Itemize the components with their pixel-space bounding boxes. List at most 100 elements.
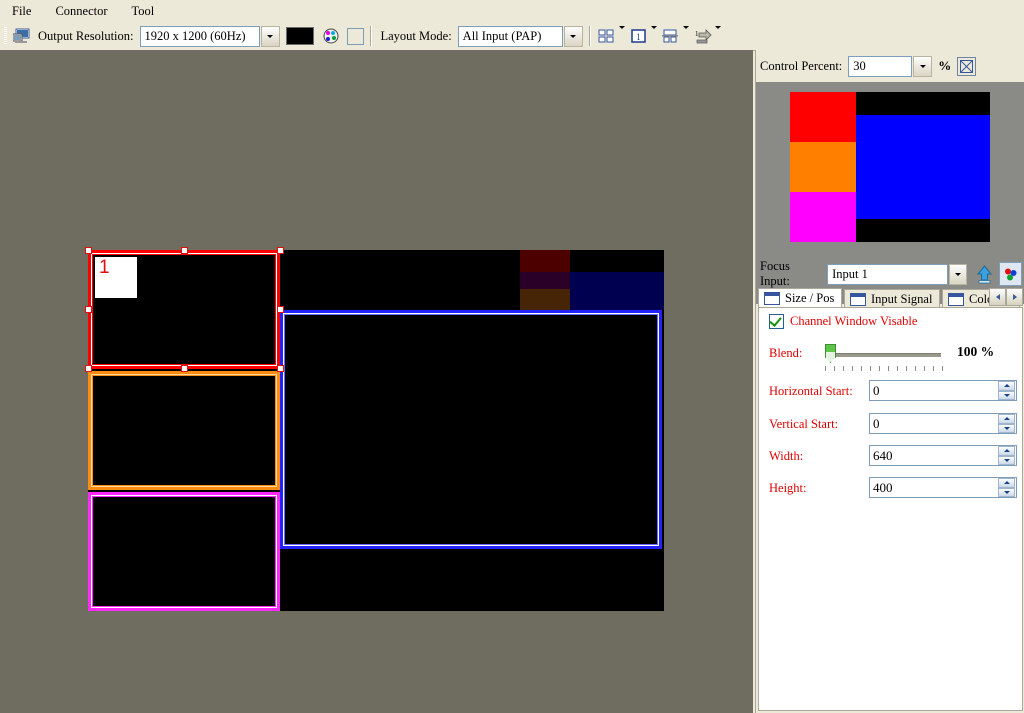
window-1-red[interactable]: 1 <box>88 250 280 369</box>
tab-input-signal[interactable]: Input Signal <box>844 289 940 308</box>
control-percent-combo[interactable]: 30 <box>848 55 913 77</box>
resize-handle-se[interactable] <box>277 365 284 372</box>
width-stepper[interactable] <box>998 446 1015 465</box>
focus-input-dropdown-button[interactable] <box>948 263 968 285</box>
window-3-magenta[interactable] <box>88 492 280 611</box>
focus-input-label: Focus Input: <box>760 259 790 288</box>
window-icon <box>764 292 780 305</box>
horizontal-start-field: Horizontal Start: 0 <box>769 380 1017 402</box>
height-input[interactable]: 400 <box>869 477 1017 498</box>
slider-thumb[interactable] <box>825 344 836 363</box>
layout-mode-combo[interactable]: All Input (PAP) <box>457 25 563 47</box>
split-pane-icon[interactable] <box>660 25 682 47</box>
stepper-down[interactable] <box>998 423 1015 433</box>
stepper-up[interactable] <box>998 446 1015 456</box>
check-icon <box>769 314 782 327</box>
tab-size-pos-label: Size / Pos <box>785 291 835 305</box>
focus-input-value: Input 1 <box>832 266 868 281</box>
layout-mode-dropdown-button[interactable] <box>563 25 583 47</box>
blue-up-arrow-icon[interactable] <box>974 263 995 285</box>
slider-track <box>825 353 941 357</box>
crossed-box-icon[interactable] <box>957 56 977 76</box>
window-2-orange[interactable] <box>88 371 280 490</box>
toolbar-separator-2 <box>588 26 590 46</box>
width-value: 640 <box>873 447 893 463</box>
resize-handle-e[interactable] <box>277 306 284 313</box>
vertical-start-stepper[interactable] <box>998 414 1015 433</box>
monitor-icon[interactable] <box>10 25 34 47</box>
horizontal-start-value: 0 <box>873 382 880 398</box>
input-source-icon[interactable]: 1 <box>692 25 714 47</box>
height-label: Height: <box>769 481 807 495</box>
tab-scroll-buttons <box>989 288 1023 306</box>
horizontal-start-stepper[interactable] <box>998 381 1015 400</box>
main-toolbar: Output Resolution: 1920 x 1200 (60Hz) La… <box>0 22 1024 51</box>
grid-dropdown-arrow[interactable] <box>618 25 625 44</box>
stepper-up[interactable] <box>998 478 1015 488</box>
blend-label: Blend: <box>769 346 803 360</box>
chevron-down-icon <box>267 34 273 38</box>
resize-handle-ne[interactable] <box>277 247 284 254</box>
single-pane-icon[interactable]: 1 <box>628 25 650 47</box>
blend-slider[interactable] <box>825 344 943 371</box>
resize-handle-s[interactable] <box>181 365 188 372</box>
resize-handle-w[interactable] <box>85 306 92 313</box>
stepper-up[interactable] <box>998 414 1015 424</box>
chevron-down-icon <box>954 272 961 276</box>
width-label: Width: <box>769 449 804 463</box>
stepper-down[interactable] <box>998 455 1015 465</box>
resize-handle-sw[interactable] <box>85 365 92 372</box>
percent-sign: % <box>938 58 952 73</box>
channel-window-visible-checkbox[interactable] <box>769 314 784 329</box>
stepper-down[interactable] <box>998 390 1015 400</box>
svg-text:1: 1 <box>636 32 641 42</box>
focus-input-row: Focus Input: Input 1 <box>760 259 1023 288</box>
toolbar-grip[interactable] <box>4 27 7 45</box>
tab-scroll-right-button[interactable] <box>1006 288 1023 306</box>
properties-panel: Control Percent: 30 % Focus Input: Input… <box>755 50 1024 713</box>
four-pane-grid-icon[interactable] <box>596 25 618 47</box>
window-4-blue[interactable] <box>280 310 662 549</box>
tab-scroll-left-button[interactable] <box>989 288 1006 306</box>
preview-screen <box>790 92 990 242</box>
single-pane-dropdown-arrow[interactable] <box>650 25 657 44</box>
stepper-up[interactable] <box>998 381 1015 391</box>
preview-block-orange <box>790 142 856 192</box>
horizontal-start-label: Horizontal Start: <box>769 384 853 398</box>
menu-tool[interactable]: Tool <box>122 2 165 21</box>
stepper-down[interactable] <box>998 487 1015 497</box>
height-stepper[interactable] <box>998 478 1015 497</box>
output-resolution-dropdown-button[interactable] <box>260 25 280 47</box>
control-percent-value: 30 <box>853 58 866 73</box>
width-input[interactable]: 640 <box>869 445 1017 466</box>
vertical-start-input[interactable]: 0 <box>869 413 1017 434</box>
properties-tabstrip: Size / Pos Input Signal Color S <box>758 288 1023 308</box>
application-window: File Connector Tool Output Resolution: 1… <box>0 0 1024 713</box>
tab-size-pos[interactable]: Size / Pos <box>758 288 842 308</box>
rgb-balls-icon[interactable] <box>998 262 1023 286</box>
slider-ticks <box>825 366 943 371</box>
window-icon <box>850 292 866 306</box>
dim-bar-navy <box>570 272 664 310</box>
blend-row: Blend: 100 % <box>769 341 1017 371</box>
output-resolution-combo[interactable]: 1920 x 1200 (60Hz) <box>139 25 260 47</box>
resize-handle-nw[interactable] <box>85 247 92 254</box>
control-percent-dropdown-button[interactable] <box>913 55 933 77</box>
split-pane-dropdown-arrow[interactable] <box>682 25 689 44</box>
preview-block-magenta <box>790 192 856 242</box>
focus-input-combo[interactable]: Input 1 <box>827 263 948 285</box>
menu-file[interactable]: File <box>2 2 41 21</box>
menu-connector[interactable]: Connector <box>45 2 117 21</box>
layout-canvas[interactable]: 1 <box>0 50 753 713</box>
channel-window-visible-row[interactable]: Channel Window Visable <box>769 314 917 329</box>
tab-input-signal-label: Input Signal <box>871 291 933 306</box>
color-palette-icon[interactable] <box>319 25 343 47</box>
resize-handle-n[interactable] <box>181 247 188 254</box>
horizontal-start-input[interactable]: 0 <box>869 380 1017 401</box>
svg-text:1: 1 <box>695 30 699 38</box>
window-icon <box>948 292 964 306</box>
empty-square-icon[interactable] <box>346 27 364 45</box>
output-color-swatch[interactable] <box>285 27 314 45</box>
chevron-down-icon <box>570 34 577 38</box>
input-source-dropdown-arrow[interactable] <box>714 25 721 44</box>
